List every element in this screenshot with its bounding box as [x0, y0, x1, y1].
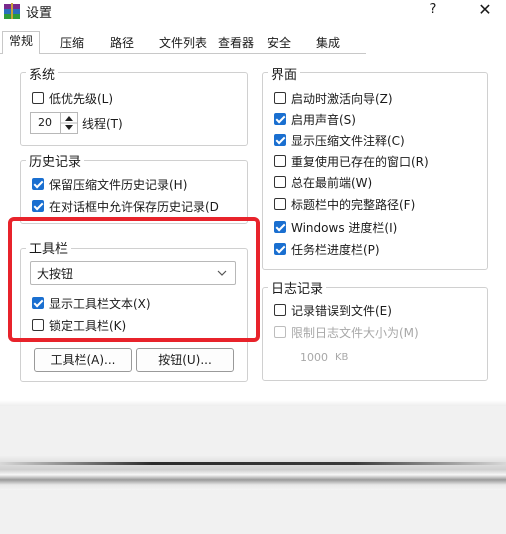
interface-group-title: 界面: [268, 64, 301, 83]
tab-strip-divider: [0, 53, 366, 54]
history-group-title: 历史记录: [26, 151, 85, 170]
tab-security[interactable]: 安全: [265, 34, 293, 52]
reuse-window-label: 重复使用已存在的窗口(R): [291, 155, 429, 169]
limit-log-size-label: 限制日志文件大小为(M): [291, 326, 419, 340]
taskbar-progress-label: 任务栏进度栏(P): [291, 243, 380, 257]
footer-shadow: [0, 400, 506, 406]
tab-general[interactable]: 常规: [2, 31, 41, 54]
interface-checkbox-7[interactable]: [274, 243, 286, 255]
window-title: 设置: [26, 6, 53, 21]
system-group-title: 系统: [26, 64, 59, 83]
log-group-title: 日志记录: [268, 278, 327, 297]
threads-value[interactable]: 20: [31, 113, 59, 133]
spinner-arrows-icon[interactable]: [61, 113, 77, 133]
always-on-top-label: 总在最前端(W): [291, 176, 373, 190]
desktop-area: [0, 490, 506, 534]
close-button[interactable]: ✕: [468, 0, 502, 22]
interface-checkbox-1[interactable]: [274, 113, 286, 125]
log-size-unit: KB: [335, 352, 349, 363]
threads-label: 线程(T): [82, 117, 123, 131]
toolbar-settings-button[interactable]: 工具栏(A)...: [34, 348, 132, 372]
threads-spinner[interactable]: 20: [30, 112, 78, 134]
keep-history-label: 保留压缩文件历史记录(H): [49, 178, 188, 192]
winrar-app-icon: [4, 3, 20, 19]
tab-file-list[interactable]: 文件列表: [157, 34, 209, 52]
interface-checkbox-3[interactable]: [274, 155, 286, 167]
interface-checkbox-4[interactable]: [274, 176, 286, 188]
tab-viewer[interactable]: 查看器: [216, 34, 256, 52]
enable-sound-label: 启用声音(S): [291, 113, 356, 127]
startup-wizard-label: 启动时激活向导(Z): [291, 92, 393, 106]
taskbar-edge-line: [0, 462, 506, 465]
low-priority-label: 低优先级(L): [49, 92, 114, 106]
tab-paths[interactable]: 路径: [108, 34, 136, 52]
dialog-history-label: 在对话框中允许保存历史记录(D: [49, 200, 219, 214]
tab-integration[interactable]: 集成: [314, 34, 342, 52]
help-button[interactable]: ?: [418, 0, 448, 22]
system-group: [20, 72, 248, 146]
highlight-box: [8, 217, 260, 342]
full-path-label: 标题栏中的完整路径(F): [291, 198, 416, 212]
log-size-value[interactable]: 1000: [300, 351, 328, 364]
windows-progress-label: Windows 进度栏(I): [291, 221, 398, 235]
interface-checkbox-2[interactable]: [274, 134, 286, 146]
dialog-history-checkbox[interactable]: [32, 200, 44, 212]
show-comment-label: 显示压缩文件注释(C): [291, 134, 405, 148]
log-errors-checkbox[interactable]: [274, 304, 286, 316]
low-priority-checkbox[interactable]: [32, 92, 44, 104]
interface-checkbox-0[interactable]: [274, 92, 286, 104]
buttons-settings-button[interactable]: 按钮(U)...: [136, 348, 234, 372]
keep-history-checkbox[interactable]: [32, 178, 44, 190]
interface-checkbox-6[interactable]: [274, 221, 286, 233]
title-bar: 设置 ? ✕: [0, 0, 506, 30]
tab-compression[interactable]: 压缩: [58, 34, 86, 52]
spinner-buttons[interactable]: [60, 113, 77, 133]
interface-checkbox-5[interactable]: [274, 198, 286, 210]
limit-log-size-checkbox[interactable]: [274, 326, 286, 338]
log-errors-label: 记录错误到文件(E): [291, 304, 392, 318]
